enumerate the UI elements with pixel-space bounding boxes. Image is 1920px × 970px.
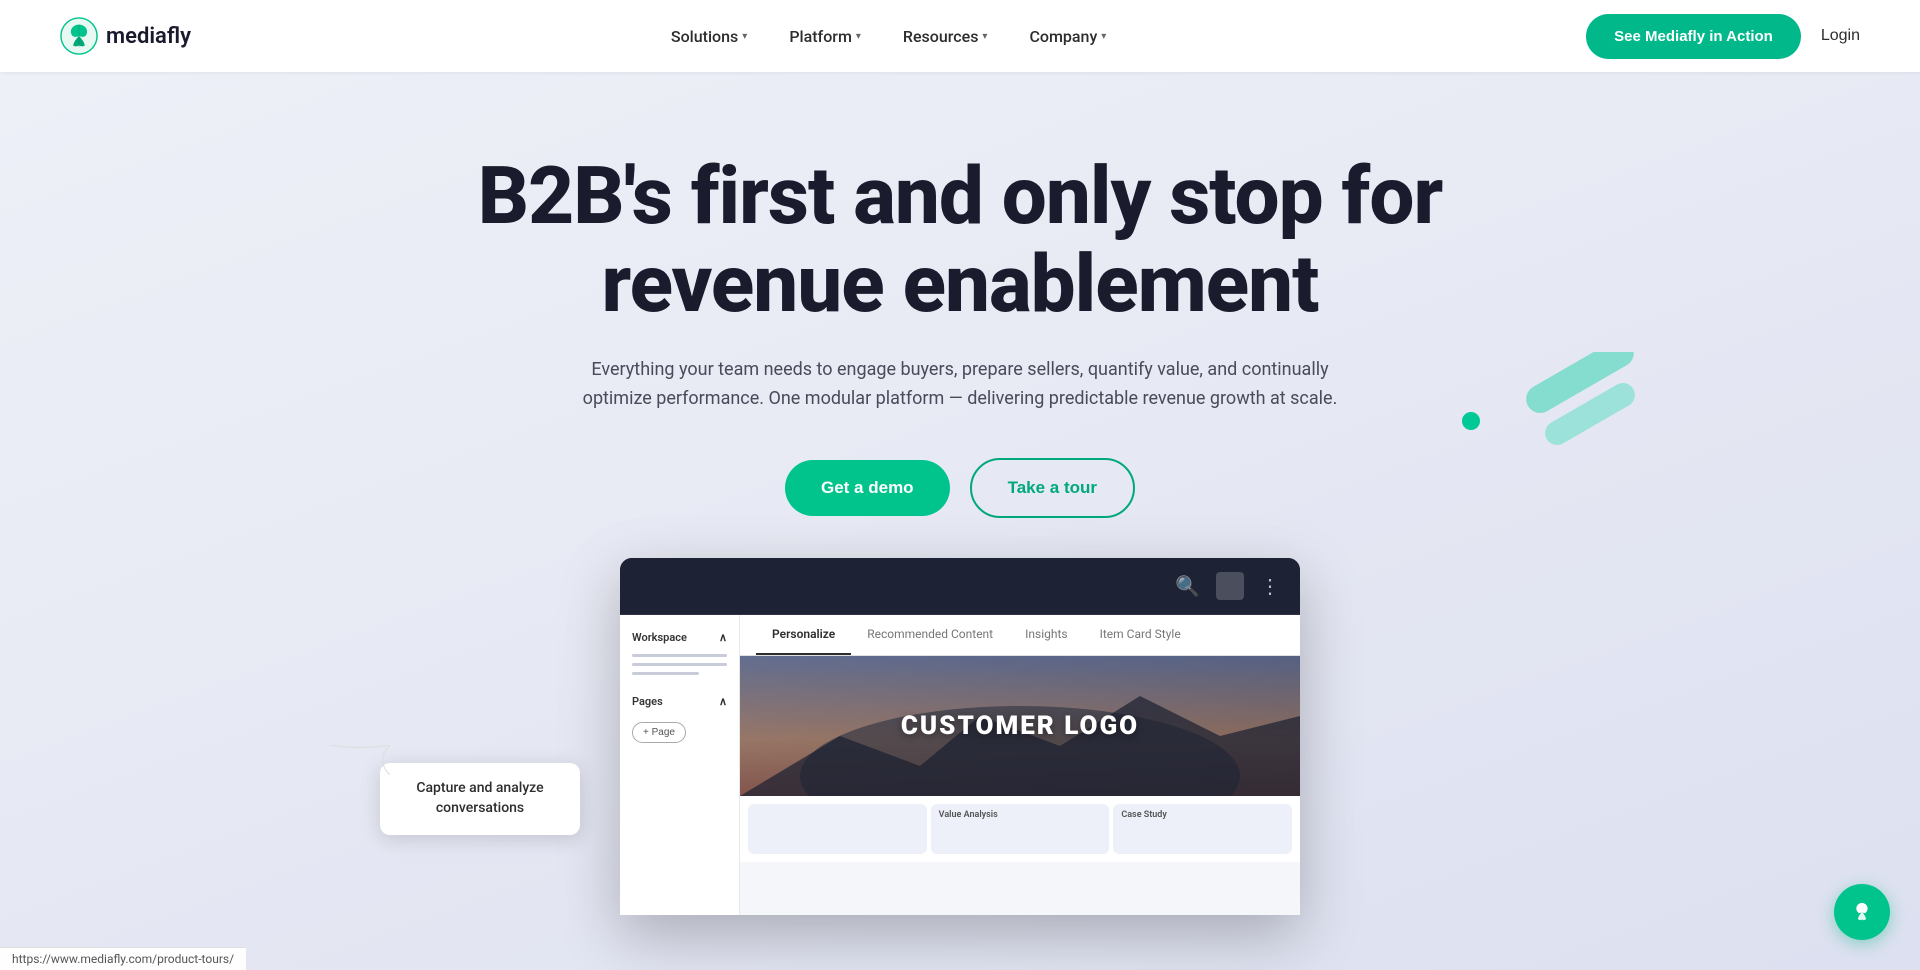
chevron-down-icon: ▾ [742, 31, 747, 42]
nav-item-company[interactable]: Company ▾ [1013, 19, 1122, 54]
mini-card-2: Value Analysis [931, 804, 1110, 854]
hero-section: B2B's first and only stop for revenue en… [0, 72, 1920, 970]
navigation: mediafly Solutions ▾ Platform ▾ Resource… [0, 0, 1920, 72]
sidebar-lines [632, 654, 727, 675]
nav-actions: See Mediafly in Action Login [1586, 14, 1860, 59]
nav-link-solutions[interactable]: Solutions ▾ [655, 19, 763, 54]
chevron-down-icon: ▾ [856, 31, 861, 42]
tab-personalize[interactable]: Personalize [756, 615, 851, 655]
workspace-label: Workspace ∧ [632, 631, 727, 644]
browser-toolbar: 🔍 ⋮ [620, 558, 1300, 615]
nav-item-platform[interactable]: Platform ▾ [773, 19, 877, 54]
sidebar-panel: Workspace ∧ Pages ∧ + Page [620, 615, 740, 915]
mini-card-1 [748, 804, 927, 854]
url-text: https://www.mediafly.com/product-tours/ [12, 952, 234, 966]
logo-link[interactable]: mediafly [60, 17, 191, 55]
more-options-icon[interactable]: ⋮ [1260, 574, 1280, 598]
hero-image-area: CUSTOMER LOGO [740, 656, 1300, 796]
browser-content: Workspace ∧ Pages ∧ + Page [620, 615, 1300, 915]
tab-insights[interactable]: Insights [1009, 615, 1083, 655]
mini-card-3: Case Study [1113, 804, 1292, 854]
browser-avatar [1216, 572, 1244, 600]
decorative-shapes [1460, 352, 1660, 532]
pages-label: Pages ∧ [632, 695, 727, 708]
tooltip-text: Capture and analyze conversations [416, 780, 543, 816]
url-bar: https://www.mediafly.com/product-tours/ [0, 947, 246, 970]
nav-links: Solutions ▾ Platform ▾ Resources ▾ Compa… [655, 19, 1122, 54]
sidebar-line [632, 663, 727, 666]
chevron-down-icon: ▾ [982, 31, 987, 42]
nav-link-company[interactable]: Company ▾ [1013, 19, 1122, 54]
see-mediafly-button[interactable]: See Mediafly in Action [1586, 14, 1801, 59]
hero-subtitle: Everything your team needs to engage buy… [570, 356, 1350, 414]
tooltip-box: Capture and analyze conversations [380, 763, 580, 834]
add-page-button[interactable]: + Page [632, 722, 686, 743]
get-demo-button[interactable]: Get a demo [785, 460, 950, 516]
tab-recommended-content[interactable]: Recommended Content [851, 615, 1009, 655]
nav-item-resources[interactable]: Resources ▾ [887, 19, 1004, 54]
main-panel: Personalize Recommended Content Insights… [740, 615, 1300, 915]
hero-title: B2B's first and only stop for revenue en… [460, 152, 1460, 328]
customer-logo: CUSTOMER LOGO [901, 711, 1139, 741]
decorative-dot [1462, 412, 1480, 430]
nav-link-resources[interactable]: Resources ▾ [887, 19, 1004, 54]
login-button[interactable]: Login [1821, 27, 1860, 45]
sidebar-line [632, 654, 727, 657]
sidebar-line [632, 672, 699, 675]
browser-window: 🔍 ⋮ Workspace ∧ Page [620, 558, 1300, 915]
nav-item-solutions[interactable]: Solutions ▾ [655, 19, 763, 54]
chevron-down-icon: ▾ [1101, 31, 1106, 42]
nav-link-platform[interactable]: Platform ▾ [773, 19, 877, 54]
take-tour-button[interactable]: Take a tour [970, 458, 1135, 518]
fab-button[interactable] [1834, 884, 1890, 940]
bottom-cards: Value Analysis Case Study [740, 796, 1300, 862]
tabs-bar: Personalize Recommended Content Insights… [740, 615, 1300, 656]
tooltip-arrow [330, 745, 390, 775]
tab-item-card-style[interactable]: Item Card Style [1084, 615, 1197, 655]
logo-icon [60, 17, 98, 55]
search-icon[interactable]: 🔍 [1175, 574, 1200, 598]
fab-icon [1848, 898, 1876, 926]
hero-buttons: Get a demo Take a tour [785, 458, 1135, 518]
logo-text: mediafly [106, 24, 191, 49]
product-preview: 🔍 ⋮ Workspace ∧ Page [620, 558, 1300, 915]
